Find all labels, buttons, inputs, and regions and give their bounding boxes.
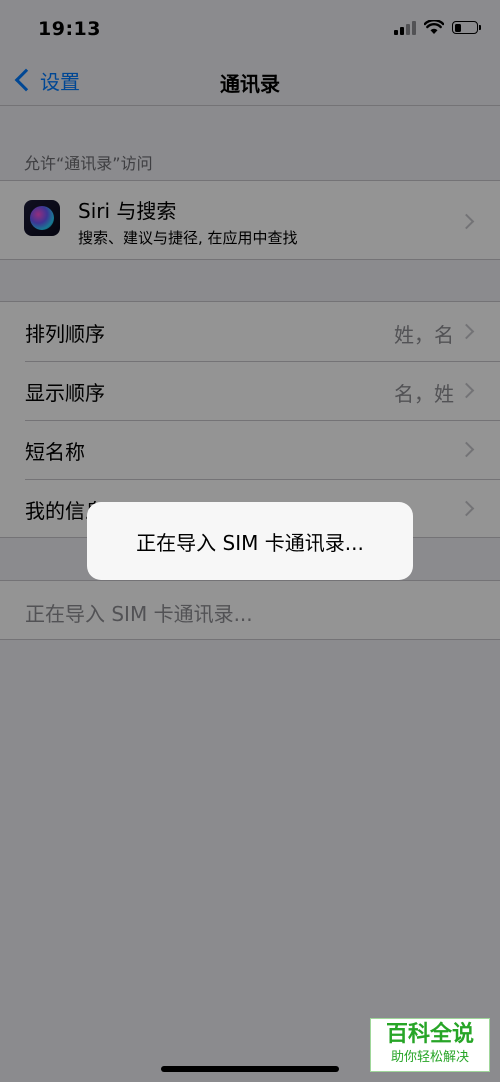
import-progress-toast: 正在导入 SIM 卡通讯录... [87, 502, 413, 580]
toast-message: 正在导入 SIM 卡通讯录... [136, 530, 364, 555]
watermark-subtitle: 助你轻松解决 [390, 1050, 469, 1065]
watermark-title: 百科全说 [385, 1022, 474, 1047]
watermark-logo: 百科全说 助你轻松解决 [370, 1018, 490, 1072]
